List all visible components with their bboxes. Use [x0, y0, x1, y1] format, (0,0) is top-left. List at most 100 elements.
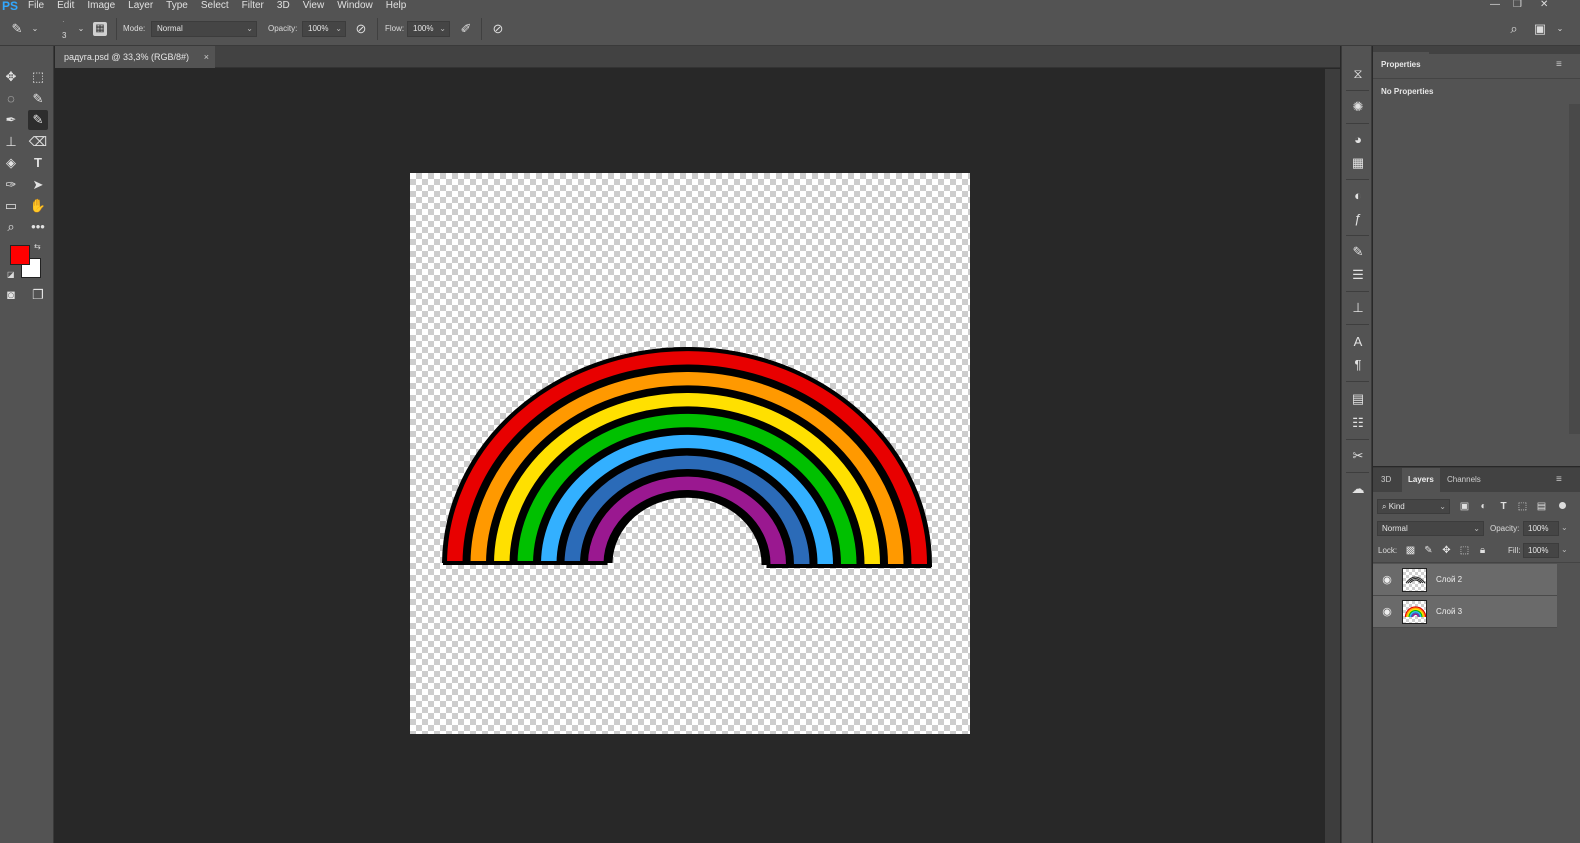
brush-panel-icon[interactable]: ▦ [93, 22, 107, 36]
path-selection-tool-icon[interactable]: ➤ [28, 175, 48, 195]
minimize-icon[interactable]: — [1490, 0, 1500, 12]
brushes-icon[interactable]: ✎ [1348, 242, 1368, 262]
lock-all-icon[interactable]: 🔒︎ [1476, 544, 1489, 557]
restore-icon[interactable]: ❐ [1513, 0, 1522, 12]
pen-tool-icon[interactable]: ✑ [1, 175, 21, 195]
vertical-scrollbar[interactable] [1325, 69, 1340, 843]
hand-tool-icon[interactable]: ✋ [28, 196, 48, 216]
screen-mode-icon[interactable]: ❐ [28, 285, 48, 305]
zoom-tool-icon[interactable]: ⌕ [1, 217, 21, 237]
layer-row-2[interactable]: ◉ Слой 2 [1373, 564, 1557, 596]
menu-image[interactable]: Image [87, 1, 115, 11]
chevron-down-icon[interactable]: ⌄ [1561, 523, 1568, 532]
brush-tool-icon[interactable]: ✎ [28, 110, 48, 130]
filter-kind-value: Kind [1388, 502, 1405, 511]
lock-image-icon[interactable]: ✎ [1422, 544, 1435, 557]
document-tab[interactable]: радуга.psd @ 33,3% (RGB/8#) × [55, 46, 215, 68]
close-tab-icon[interactable]: × [204, 46, 209, 68]
opacity-field[interactable]: 100% ⌄ [302, 21, 346, 37]
default-colors-icon[interactable]: ◪ [7, 270, 15, 279]
rectangle-tool-icon[interactable]: ▭ [1, 196, 21, 216]
notes-icon[interactable]: ☷ [1348, 413, 1368, 433]
quick-selection-tool-icon[interactable]: ✎ [28, 89, 48, 109]
panel-menu-icon[interactable]: ≡ [1556, 59, 1562, 70]
workspace-icon[interactable]: ▣ [1532, 21, 1548, 37]
eye-icon[interactable]: ◉ [1380, 605, 1394, 619]
fill-field[interactable]: 100% [1523, 543, 1559, 558]
menu-layer[interactable]: Layer [128, 1, 153, 11]
layer-filter-select[interactable]: ⌕ Kind ⌄ [1377, 499, 1450, 514]
menu-filter[interactable]: Filter [242, 1, 264, 11]
tools-options-icon[interactable]: ✂ [1348, 446, 1368, 466]
menu-window[interactable]: Window [337, 1, 373, 11]
layer-opacity-field[interactable]: 100% [1523, 521, 1559, 536]
more-tools-icon[interactable]: ••• [28, 217, 48, 237]
chevron-down-icon[interactable]: ⌄ [27, 21, 43, 37]
filter-adjustment-icon[interactable]: ◐ [1477, 500, 1490, 513]
panel-menu-icon[interactable]: ≡ [1556, 474, 1562, 485]
menu-file[interactable]: File [28, 1, 44, 11]
blend-mode-select[interactable]: Normal ⌄ [1377, 521, 1484, 536]
filter-smart-object-icon[interactable]: ▤ [1535, 500, 1548, 513]
layer-name[interactable]: Слой 2 [1436, 575, 1462, 584]
properties-scrollbar[interactable] [1569, 104, 1580, 434]
fx-icon[interactable]: ƒ [1348, 209, 1368, 229]
search-icon[interactable]: ⌕ [1506, 21, 1522, 37]
quick-mask-icon[interactable]: ◙ [1, 285, 21, 305]
menu-edit[interactable]: Edit [57, 1, 74, 11]
tab-layers[interactable]: Layers [1402, 468, 1440, 492]
eyedropper-tool-icon[interactable]: ✒ [1, 110, 21, 130]
history-icon[interactable]: ⧖ [1348, 64, 1368, 84]
airbrush-icon[interactable]: ✐ [458, 21, 474, 37]
filter-type-icon[interactable]: T [1497, 500, 1510, 513]
separator [116, 18, 117, 40]
menu-select[interactable]: Select [201, 1, 229, 11]
marquee-tool-icon[interactable]: ⬚ [28, 67, 48, 87]
foreground-color-swatch[interactable] [10, 245, 30, 265]
move-tool-icon[interactable]: ✥ [1, 67, 21, 87]
menu-help[interactable]: Help [386, 1, 407, 11]
clone-stamp-tool-icon[interactable]: ⊥ [1, 132, 21, 152]
filter-shape-icon[interactable]: ⬚ [1516, 500, 1529, 513]
menu-view[interactable]: View [303, 1, 325, 11]
paint-bucket-tool-icon[interactable]: ◈ [1, 153, 21, 173]
lock-position-icon[interactable]: ✥ [1440, 544, 1453, 557]
tab-3d[interactable]: 3D [1375, 468, 1397, 492]
filter-toggle-icon[interactable] [1559, 502, 1566, 509]
brush-preset-icon[interactable]: ✎ [9, 21, 25, 37]
creative-cloud-icon[interactable]: ☁ [1348, 479, 1368, 499]
menu-3d[interactable]: 3D [277, 1, 290, 11]
chevron-down-icon[interactable]: ⌄ [1561, 545, 1568, 554]
lock-transparent-icon[interactable]: ▩ [1404, 544, 1417, 557]
color-palette-icon[interactable]: ◕ [1348, 130, 1368, 150]
libraries-icon[interactable]: ▤ [1348, 389, 1368, 409]
flow-field[interactable]: 100% ⌄ [407, 21, 450, 37]
swap-colors-icon[interactable]: ⇆ [34, 242, 41, 251]
brush-size-chevron-icon[interactable]: ⌄ [73, 21, 89, 37]
close-window-icon[interactable]: ✕ [1540, 0, 1548, 12]
document-canvas[interactable] [410, 173, 970, 734]
menu-type[interactable]: Type [166, 1, 188, 11]
layer-opacity-label: Opacity: [1490, 524, 1520, 533]
pressure-opacity-icon[interactable]: ⊘ [353, 21, 369, 37]
styles-icon[interactable]: ◐ [1348, 186, 1368, 206]
layer-row-3[interactable]: ◉ Слой 3 [1373, 596, 1557, 628]
mode-select[interactable]: Normal ⌄ [151, 21, 257, 37]
clone-source-icon[interactable]: ⊥ [1348, 298, 1368, 318]
tab-channels[interactable]: Channels [1441, 468, 1487, 492]
swatches-icon[interactable]: ▦ [1348, 153, 1368, 173]
paragraph-icon[interactable]: ¶ [1348, 355, 1368, 375]
type-tool-icon[interactable]: T [28, 153, 48, 173]
brush-settings-icon[interactable]: ☰ [1348, 265, 1368, 285]
layer-name[interactable]: Слой 3 [1436, 607, 1462, 616]
lasso-tool-icon[interactable]: ◌ [1, 89, 21, 109]
lock-artboard-icon[interactable]: ⬚ [1458, 544, 1471, 557]
workspace-chevron-icon[interactable]: ⌄ [1552, 21, 1568, 37]
adjustments-icon[interactable]: ✺ [1348, 97, 1368, 117]
eye-icon[interactable]: ◉ [1380, 573, 1394, 587]
character-icon[interactable]: A [1348, 332, 1368, 352]
pressure-size-icon[interactable]: ⊘ [490, 21, 506, 37]
properties-tab[interactable]: Properties [1373, 52, 1429, 78]
eraser-tool-icon[interactable]: ⌫ [28, 132, 48, 152]
filter-pixel-icon[interactable]: ▣ [1458, 500, 1471, 513]
